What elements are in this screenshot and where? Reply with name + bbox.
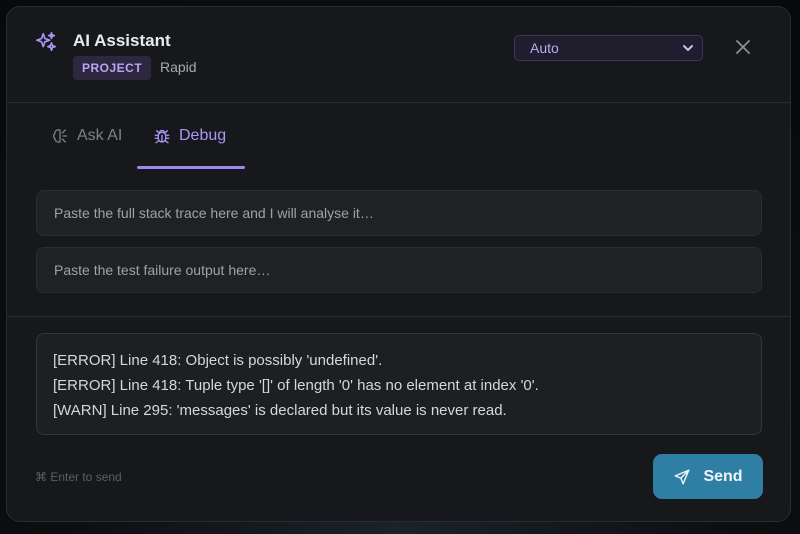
test-failure-placeholder: Paste the test failure output here… [54, 262, 271, 278]
output-line: [WARN] Line 295: 'messages' is declared … [53, 402, 507, 419]
panel-title: AI Assistant [73, 31, 171, 50]
mode-tabs: Ask AI Debug [35, 103, 295, 169]
model-select[interactable]: Auto [514, 35, 703, 61]
divider [7, 316, 790, 317]
output-line: [ERROR] Line 418: Object is possibly 'un… [53, 352, 383, 369]
send-icon [674, 469, 690, 484]
tab-ask-ai[interactable]: Ask AI [51, 103, 122, 169]
stack-trace-input[interactable]: Paste the full stack trace here and I wi… [36, 190, 762, 236]
bug-icon [154, 129, 170, 144]
project-badge: PROJECT [73, 56, 152, 80]
send-shortcut-hint: ⌘ Enter to send [35, 470, 122, 484]
diagnostics-output[interactable]: [ERROR] Line 418: Object is possibly 'un… [36, 333, 762, 435]
tab-ask-ai-label: Ask AI [77, 127, 123, 144]
test-failure-input[interactable]: Paste the test failure output here… [36, 247, 762, 293]
stack-trace-placeholder: Paste the full stack trace here and I wi… [54, 205, 374, 221]
tab-debug[interactable]: Debug [137, 103, 245, 169]
brain-icon [52, 129, 68, 143]
ai-assistant-panel: AI Assistant PROJECT Rapid Auto Ask AI D… [6, 6, 791, 522]
send-button-label: Send [703, 467, 743, 485]
model-select-value: Auto [530, 40, 559, 56]
close-icon[interactable] [735, 39, 751, 55]
project-name: Rapid [160, 59, 197, 75]
send-button[interactable]: Send [653, 454, 763, 499]
output-line: [ERROR] Line 418: Tuple type '[]' of len… [53, 377, 539, 394]
chevron-down-icon [683, 45, 693, 51]
tab-debug-label: Debug [179, 127, 227, 144]
panel-header: AI Assistant PROJECT Rapid Auto [7, 7, 790, 103]
sparkle-icon [36, 32, 56, 52]
